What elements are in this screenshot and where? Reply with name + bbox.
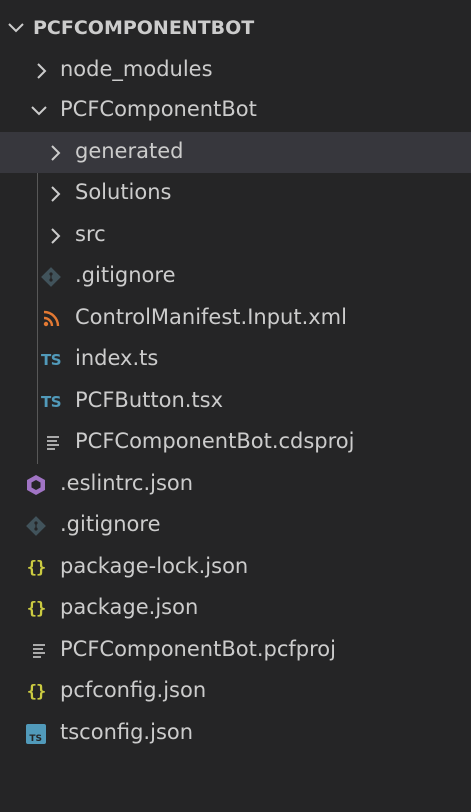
tree-item-gitignore-root[interactable]: .gitignore: [0, 505, 471, 546]
chevron-down-icon: [26, 98, 52, 124]
tree-item-label: tsconfig.json: [60, 720, 194, 744]
tree-item-label: PCFComponentBot: [60, 97, 257, 121]
tree-item-label: ControlManifest.Input.xml: [75, 305, 347, 329]
tree-item-label: index.ts: [75, 346, 159, 370]
lines-file-icon: [26, 638, 52, 664]
tree-item-index-ts[interactable]: TS index.ts: [0, 339, 471, 380]
chevron-right-icon: [28, 58, 54, 84]
tree-item-label: package-lock.json: [60, 554, 249, 578]
tree-item-package-lock[interactable]: {} package-lock.json: [0, 547, 471, 588]
tree-item-label: .gitignore: [75, 263, 176, 287]
lines-file-icon: [40, 430, 66, 456]
tree-item-eslintrc[interactable]: .eslintrc.json: [0, 464, 471, 505]
tree-item-label: package.json: [60, 595, 199, 619]
tree-item-gitignore-inner[interactable]: .gitignore: [0, 256, 471, 297]
tree-item-src[interactable]: src: [0, 215, 471, 256]
tree-item-label: node_modules: [60, 57, 213, 81]
tsconfig-icon: TS: [23, 721, 49, 747]
tree-item-cdsproj[interactable]: PCFComponentBot.cdsproj: [0, 422, 471, 463]
rss-xml-icon: [38, 306, 64, 332]
tree-item-label: PCFComponentBot.pcfproj: [60, 637, 336, 661]
tree-item-label: pcfconfig.json: [60, 678, 207, 702]
file-explorer: PCFCOMPONENTBOT node_modules PCFComponen…: [0, 0, 471, 812]
tree-item-pcfbutton-tsx[interactable]: TS PCFButton.tsx: [0, 381, 471, 422]
tree-item-tsconfig[interactable]: TS tsconfig.json: [0, 713, 471, 754]
chevron-down-icon: [4, 16, 28, 40]
json-braces-icon: {}: [26, 599, 47, 619]
tree-item-label: .gitignore: [60, 512, 161, 536]
git-icon: [38, 264, 64, 290]
tree-item-pcfcomponentbot-folder[interactable]: PCFComponentBot: [0, 90, 471, 131]
explorer-section-title: PCFCOMPONENTBOT: [33, 17, 255, 39]
tree-item-package-json[interactable]: {} package.json: [0, 588, 471, 629]
json-braces-icon: {}: [26, 558, 47, 578]
tree-item-node-modules[interactable]: node_modules: [0, 50, 471, 91]
explorer-section-header[interactable]: PCFCOMPONENTBOT: [0, 8, 471, 48]
eslint-icon: [23, 472, 49, 498]
chevron-right-icon: [42, 181, 68, 207]
tree-item-label: generated: [75, 139, 184, 163]
chevron-right-icon: [42, 223, 68, 249]
typescript-icon: TS: [40, 351, 62, 369]
tree-item-label: PCFButton.tsx: [75, 388, 224, 412]
tree-item-label: Solutions: [75, 180, 172, 204]
tree-item-label: PCFComponentBot.cdsproj: [75, 429, 355, 453]
git-icon: [23, 513, 49, 539]
tsconfig-icon-text: TS: [29, 734, 42, 744]
chevron-right-icon: [42, 140, 68, 166]
tree-item-generated[interactable]: generated: [0, 132, 471, 173]
typescript-icon: TS: [40, 393, 62, 411]
tree-item-label: .eslintrc.json: [60, 471, 194, 495]
tree-item-solutions[interactable]: Solutions: [0, 173, 471, 214]
tree-item-controlmanifest[interactable]: ControlManifest.Input.xml: [0, 298, 471, 339]
json-braces-icon: {}: [26, 682, 47, 702]
tree-item-pcfconfig[interactable]: {} pcfconfig.json: [0, 671, 471, 712]
tree-item-label: src: [75, 222, 106, 246]
tree-item-pcfproj[interactable]: PCFComponentBot.pcfproj: [0, 630, 471, 671]
